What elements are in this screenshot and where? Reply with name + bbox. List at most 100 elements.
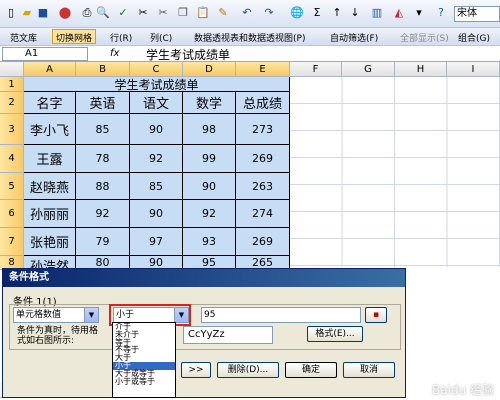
zoom-icon[interactable]: ▾ xyxy=(412,6,426,20)
table-cell[interactable]: 李小飞 xyxy=(24,114,76,145)
condition-type-select[interactable]: 单元格数值 ▼ xyxy=(13,307,99,323)
list-item[interactable]: 小于或等于 xyxy=(113,377,175,386)
row-header-1[interactable]: 1 xyxy=(0,77,24,92)
paste-icon[interactable]: 📋 xyxy=(196,6,210,20)
save-icon[interactable]: ■ xyxy=(36,6,50,20)
table-cell[interactable]: 85 xyxy=(76,114,130,145)
select-all-corner[interactable] xyxy=(0,62,24,77)
table-cell[interactable]: 92 xyxy=(76,200,130,228)
redo-icon[interactable]: ↷ xyxy=(262,6,276,20)
table-cell[interactable]: 孙丽丽 xyxy=(24,200,76,228)
row-header-7[interactable]: 7 xyxy=(0,228,24,256)
preview-label: 条件为真时，待用格式如右图所示: xyxy=(17,326,99,346)
undo-icon[interactable]: ↶ xyxy=(240,6,254,20)
table-cell[interactable]: 90 xyxy=(183,173,236,200)
add-button[interactable]: >> xyxy=(181,362,211,378)
delete-button[interactable]: 删除(D)... xyxy=(217,362,279,378)
table-cell[interactable]: 90 xyxy=(130,114,183,145)
format-button[interactable]: 格式(E)... xyxy=(307,326,363,342)
header-english[interactable]: 英语 xyxy=(76,92,130,114)
table-cell[interactable]: 273 xyxy=(236,114,290,145)
table-title[interactable]: 学生考试成绩单 xyxy=(24,77,290,92)
format-painter-icon[interactable]: ✎ xyxy=(216,6,230,20)
chart-wizard-icon[interactable]: ▥ xyxy=(370,6,384,20)
autofilter-button[interactable]: 自动筛选(F) xyxy=(330,31,378,44)
cut-icon[interactable]: ✂ xyxy=(156,6,170,20)
font-name-box[interactable]: 宋体 xyxy=(454,6,500,22)
operator-select[interactable]: 小于 ▼ xyxy=(113,307,189,323)
standard-toolbar: ▯ ▰ ■ ⬤ ⎙ 🔍 ✓ ✂ ✂ ❐ 📋 ✎ ↶ ↷ 🌐 Σ ↑ ↓ ▥ ◭ … xyxy=(0,0,500,28)
table-cell[interactable]: 88 xyxy=(76,173,130,200)
chevron-down-icon[interactable]: ▼ xyxy=(174,308,188,322)
table-cell[interactable]: 97 xyxy=(130,228,183,256)
row-header-3[interactable]: 3 xyxy=(0,114,24,145)
new-file-icon[interactable]: ▯ xyxy=(4,6,18,20)
hyperlink-icon[interactable]: 🌐 xyxy=(290,6,304,20)
table-cell[interactable]: 98 xyxy=(183,114,236,145)
sort-descending-icon[interactable]: ↓ xyxy=(348,6,362,20)
help-icon[interactable]: ? xyxy=(434,6,448,20)
row-header-6[interactable]: 6 xyxy=(0,200,24,228)
header-name[interactable]: 名字 xyxy=(24,92,76,114)
research-icon[interactable]: ✂ xyxy=(136,6,150,20)
name-box-value: A1 xyxy=(25,48,39,59)
permission-icon[interactable]: ⬤ xyxy=(58,6,72,20)
column-header-f[interactable]: F xyxy=(290,62,342,77)
table-cell[interactable]: 274 xyxy=(236,200,290,228)
table-cell[interactable]: 99 xyxy=(183,145,236,173)
columns-button[interactable]: 列(C) xyxy=(150,31,172,44)
header-total[interactable]: 总成绩 xyxy=(236,92,290,114)
table-cell[interactable]: 85 xyxy=(130,173,183,200)
cancel-button[interactable]: 取消 xyxy=(343,362,395,378)
column-header-i[interactable]: I xyxy=(447,62,500,77)
open-folder-icon[interactable]: ▰ xyxy=(20,6,34,20)
watermark: Baidu 经验 xyxy=(432,383,494,397)
fx-icon[interactable]: fx xyxy=(110,48,119,59)
chevron-down-icon[interactable]: ▼ xyxy=(84,308,98,322)
print-icon[interactable]: ⎙ xyxy=(80,6,94,20)
column-header-a[interactable]: A xyxy=(24,62,76,77)
table-cell[interactable]: 78 xyxy=(76,145,130,173)
show-all-button[interactable]: 全部显示(S) xyxy=(400,31,449,44)
table-cell[interactable]: 269 xyxy=(236,228,290,256)
drawing-icon[interactable]: ◭ xyxy=(392,6,406,20)
rows-button[interactable]: 行(R) xyxy=(110,31,132,44)
table-cell[interactable]: 王露 xyxy=(24,145,76,173)
toggle-grid-button[interactable]: 切换网格 xyxy=(52,29,97,44)
operator-dropdown-list[interactable]: 介于 未介于 等于 不等于 大于 小于 大于或等于 小于或等于 xyxy=(112,322,176,398)
collapse-dialog-icon[interactable]: ▪ xyxy=(365,307,387,323)
row-header-5[interactable]: 5 xyxy=(0,173,24,200)
operator-value: 小于 xyxy=(116,310,135,320)
dialog-title: 条件格式 xyxy=(3,269,405,287)
table-cell[interactable]: 79 xyxy=(76,228,130,256)
spelling-icon[interactable]: ✓ xyxy=(116,6,130,20)
formula-content[interactable]: 学生考试成绩单 xyxy=(146,46,230,63)
group-button[interactable]: 组合(G) xyxy=(458,31,490,44)
table-cell[interactable]: 90 xyxy=(130,200,183,228)
row-header-2[interactable]: 2 xyxy=(0,92,24,114)
table-cell[interactable]: 92 xyxy=(130,145,183,173)
autosum-icon[interactable]: Σ xyxy=(310,6,324,20)
header-chinese[interactable]: 语文 xyxy=(130,92,183,114)
table-cell[interactable]: 92 xyxy=(183,200,236,228)
column-header-e[interactable]: E xyxy=(236,62,290,77)
name-box[interactable]: A1 xyxy=(2,47,88,61)
copy-icon[interactable]: ❐ xyxy=(176,6,190,20)
table-cell[interactable]: 张艳丽 xyxy=(24,228,76,256)
table-cell[interactable]: 93 xyxy=(183,228,236,256)
table-cell[interactable]: 赵晓燕 xyxy=(24,173,76,200)
condition-type-value: 单元格数值 xyxy=(16,310,62,320)
toolbar2-item-fanwenku[interactable]: 范文库 xyxy=(10,31,37,44)
sort-ascending-icon[interactable]: ↑ xyxy=(330,6,344,20)
value-input[interactable]: 95 xyxy=(201,307,361,323)
column-header-h[interactable]: H xyxy=(395,62,447,77)
table-cell[interactable]: 269 xyxy=(236,145,290,173)
print-preview-icon[interactable]: 🔍 xyxy=(96,6,110,20)
header-math[interactable]: 数学 xyxy=(183,92,236,114)
ok-button[interactable]: 确定 xyxy=(285,362,337,378)
row-header-4[interactable]: 4 xyxy=(0,145,24,173)
empty-grid[interactable] xyxy=(290,77,500,267)
pivot-table-button[interactable]: 数据透视表和数据透视图(P) xyxy=(194,31,305,44)
table-cell[interactable]: 263 xyxy=(236,173,290,200)
column-header-g[interactable]: G xyxy=(342,62,395,77)
